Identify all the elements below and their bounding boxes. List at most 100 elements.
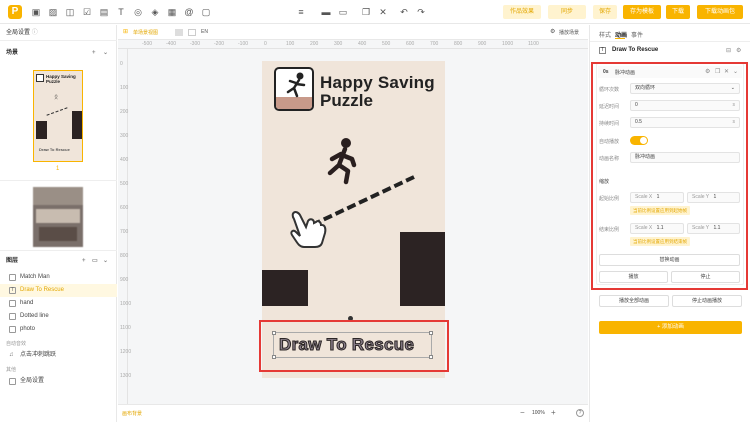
add-scene-icon[interactable]: + <box>92 47 96 59</box>
ruler-tick: 1100 <box>528 41 539 47</box>
add-layer-icon[interactable]: + <box>82 255 86 267</box>
stop-all-button[interactable]: 停止动画播放 <box>672 295 742 307</box>
app-logo: P <box>8 5 22 19</box>
tab-events[interactable]: 事件 <box>631 30 643 39</box>
canvas-bottom-bar: 画布背景 − 100% + ? <box>118 404 588 422</box>
download-button[interactable]: 下载 <box>666 5 690 19</box>
scene-number: 1 <box>56 166 60 172</box>
align-icon[interactable]: ▬ <box>321 7 331 17</box>
lock-icon[interactable]: ⊟ <box>726 47 731 54</box>
block-right <box>400 232 445 306</box>
tab-underline <box>615 38 625 39</box>
ruler-tick: 900 <box>478 41 487 47</box>
global-settings-item[interactable]: 全局设置 <box>0 375 117 388</box>
thumb2-bottom <box>39 227 77 241</box>
layer-item-selected[interactable]: T Draw To Rescue <box>0 284 117 297</box>
ruler-tick: 1200 <box>120 349 132 355</box>
ruler-tick: -100 <box>238 41 249 47</box>
save-template-button[interactable]: 存为模板 <box>623 5 661 19</box>
thumb-block-left <box>36 121 47 139</box>
layer-label: Match Man <box>20 274 50 280</box>
layers-label: 图层 <box>6 258 19 264</box>
layers-header: 图层 + ▭ ⌄ <box>0 255 117 267</box>
save-button[interactable]: 保存 <box>593 5 617 19</box>
grid-icon[interactable]: ▦ <box>167 7 177 17</box>
ruler-tick: -200 <box>214 41 225 47</box>
canvas-area: ⊞ 单场景视图 EN ⚙ 播放场景 -500 -400 -300 -200 -1… <box>118 25 588 422</box>
ruler-tick: 100 <box>120 85 129 91</box>
note-icon[interactable]: ▤ <box>99 7 109 17</box>
layer-item[interactable]: Match Man <box>0 271 117 284</box>
ruler-tick: 1000 <box>502 41 514 47</box>
highlight-box-panel <box>591 62 748 290</box>
checkbox-icon[interactable]: ☑ <box>82 7 92 17</box>
redo-icon[interactable]: ↷ <box>416 7 426 17</box>
frame-icon[interactable]: ▢ <box>201 7 211 17</box>
layer-item[interactable]: Dotted line <box>0 310 117 323</box>
global-settings[interactable]: 全局设置 ⓘ <box>0 27 117 39</box>
thumb2-top <box>33 187 83 205</box>
settings-icon[interactable]: ⚙ <box>736 47 741 54</box>
ruler-tick: -300 <box>190 41 201 47</box>
divider <box>590 41 750 42</box>
ruler-tick: 1000 <box>120 301 132 307</box>
single-scene-view[interactable]: 单场景视图 <box>133 29 158 36</box>
chevron-down-icon[interactable]: ⌄ <box>103 47 108 59</box>
layer-item[interactable]: hand <box>0 297 117 310</box>
ruler-tick: 300 <box>334 41 343 47</box>
thumb-stick-man: ᛟ <box>54 94 59 101</box>
sync-button[interactable]: 同步 <box>548 5 586 19</box>
text-icon[interactable]: T <box>116 7 126 17</box>
tab-style[interactable]: 样式 <box>599 30 611 39</box>
layers-icon[interactable]: ◈ <box>150 7 160 17</box>
ruler-tick: 600 <box>406 41 415 47</box>
box-icon[interactable]: ◫ <box>65 7 75 17</box>
image-icon[interactable]: ▣ <box>31 7 41 17</box>
thumb-logo <box>36 74 44 82</box>
language-select[interactable]: EN <box>201 29 208 35</box>
preview-button[interactable]: 作品效果 <box>503 5 541 19</box>
settings-icon <box>9 378 16 385</box>
thumb-block-right <box>72 111 82 139</box>
image-icon <box>9 313 16 320</box>
audio-item[interactable]: ♫ 点击冲刺跳跃 <box>0 349 117 362</box>
layer-item[interactable]: photo <box>0 323 117 336</box>
play-scene-button[interactable]: 播放场景 <box>559 29 579 36</box>
ruler-tick: 0 <box>120 61 123 67</box>
download-anim-button[interactable]: 下载动画包 <box>697 5 743 19</box>
folder-icon[interactable]: ▭ <box>338 7 348 17</box>
undo-icon[interactable]: ↶ <box>399 7 409 17</box>
play-scene-icon[interactable]: ⚙ <box>550 28 555 35</box>
art-title-1: Happy Saving <box>320 73 435 92</box>
delete-icon[interactable]: ✕ <box>378 7 388 17</box>
chevron-down-icon[interactable]: ⌄ <box>103 255 108 267</box>
device-icon[interactable] <box>175 29 183 36</box>
photo-icon[interactable]: ▨ <box>48 7 58 17</box>
zoom-in-button[interactable]: + <box>551 408 556 417</box>
audio-item-label: 点击冲刺跳跃 <box>20 352 57 358</box>
add-animation-button[interactable]: + 添加动画 <box>599 321 742 334</box>
ruler-tick: 700 <box>430 41 439 47</box>
copy-icon[interactable]: ❐ <box>361 7 371 17</box>
thumb-dotted-line <box>46 107 68 116</box>
stack-icon[interactable]: ≡ <box>296 7 306 17</box>
view-icon[interactable]: ⊞ <box>123 28 128 35</box>
help-icon[interactable]: ? <box>576 409 584 417</box>
top-toolbar: P ▣ ▨ ◫ ☑ ▤ T ◎ ◈ ▦ @ ▢ ≡ ▬ ▭ ❐ ✕ ↶ ↷ 作品… <box>0 0 750 24</box>
zoom-out-button[interactable]: − <box>520 408 525 417</box>
target-icon[interactable]: ◎ <box>133 7 143 17</box>
at-icon[interactable]: @ <box>184 7 194 17</box>
thumb-caption: Draw To Rescue <box>39 147 70 152</box>
play-all-button[interactable]: 播放全部动画 <box>599 295 669 307</box>
folder-icon[interactable]: ▭ <box>92 255 98 267</box>
left-panel: 全局设置 ⓘ 场景 + ⌄ Happy Saving Puzzle ᛟ Draw… <box>0 25 117 422</box>
image-icon <box>9 274 16 281</box>
ruler-tick: 600 <box>120 205 129 211</box>
scene-thumbnail-1[interactable]: Happy Saving Puzzle ᛟ Draw To Rescue <box>33 70 83 162</box>
music-icon: ♫ <box>9 352 14 358</box>
scene-thumbnail-2[interactable] <box>33 187 83 247</box>
ratio-icon[interactable] <box>188 29 196 36</box>
ruler-tick: 0 <box>264 41 267 47</box>
canvas-background-link[interactable]: 画布背景 <box>122 410 142 417</box>
canvas-toolbar: ⊞ 单场景视图 EN ⚙ 播放场景 <box>118 25 588 40</box>
